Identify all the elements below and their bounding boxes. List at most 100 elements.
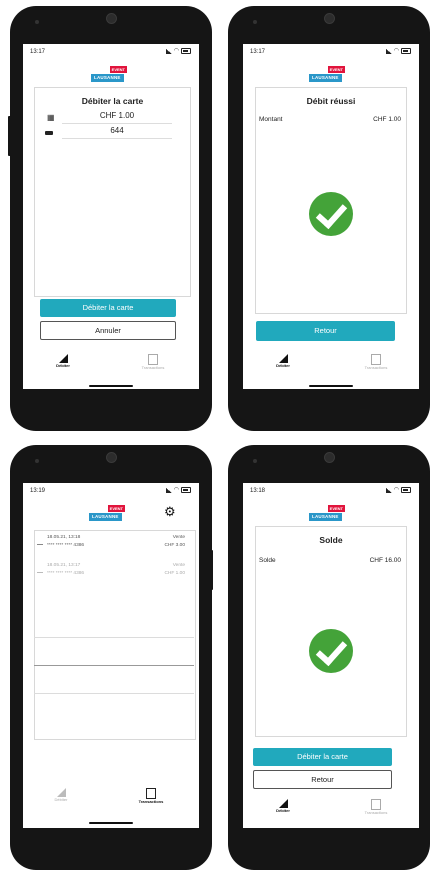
success-check-icon bbox=[309, 629, 353, 673]
page-title: Débiter la carte bbox=[81, 96, 144, 106]
home-indicator bbox=[89, 385, 133, 387]
speaker bbox=[253, 20, 257, 24]
gear-icon[interactable]: ⚙ bbox=[164, 505, 176, 518]
battery-icon bbox=[181, 48, 191, 54]
nav-tab-debit[interactable]: Débiter bbox=[43, 354, 83, 368]
debit-card-button[interactable]: Débiter la carte bbox=[253, 748, 392, 766]
bottom-nav: Débiter Transactions bbox=[23, 788, 199, 816]
logo-badge: EVENT bbox=[109, 66, 127, 73]
status-bar: 13:17 ◠ bbox=[243, 44, 419, 60]
nav-label-transactions: Transactions bbox=[141, 365, 165, 370]
event-lausanne-logo: EVENT LAUSANNE bbox=[309, 505, 345, 521]
phone-frame-transactions: 13:19 ◠ EVENT LAUSANNE ⚙ 18.05.21, 13:18… bbox=[10, 445, 213, 870]
home-indicator bbox=[309, 385, 353, 387]
phone-frame-balance: 13:18 ◠ EVENT LAUSANNE Solde Solde CHF 1… bbox=[228, 445, 430, 870]
status-icons: ◠ bbox=[385, 487, 411, 493]
pin-field[interactable]: 644 bbox=[62, 126, 172, 139]
balance-label: Solde bbox=[259, 557, 276, 564]
event-lausanne-logo: EVENT LAUSANNE bbox=[89, 505, 125, 521]
row-dash bbox=[37, 572, 43, 573]
status-icons: ◠ bbox=[385, 48, 411, 54]
status-time: 13:18 bbox=[250, 488, 266, 494]
wifi-icon: ◠ bbox=[393, 48, 399, 54]
nav-tab-transactions[interactable]: Transactions bbox=[356, 354, 396, 370]
nav-label-transactions: Transactions bbox=[138, 799, 164, 804]
cash-icon: ▦ bbox=[47, 113, 55, 122]
phone-frame-debit-card: 13:17 ◠ EVENT LAUSANNE Débiter la carte … bbox=[8, 6, 212, 431]
back-button[interactable]: Retour bbox=[253, 770, 392, 789]
transaction-card: **** **** **** 4386 bbox=[47, 571, 85, 576]
bottom-nav: Débiter Transactions bbox=[23, 354, 199, 382]
nav-tab-debit[interactable]: Débiter bbox=[41, 788, 81, 802]
transaction-row[interactable]: 18.05.21, 13:18 Vente **** **** **** 438… bbox=[35, 531, 195, 559]
card-icon bbox=[45, 131, 53, 135]
status-icons: ◠ bbox=[165, 487, 191, 493]
transaction-amount: CHF 3.00 bbox=[164, 543, 185, 548]
amount-label: Montant bbox=[259, 116, 283, 123]
list-icon bbox=[146, 788, 156, 799]
transaction-date: 18.05.21, 13:17 bbox=[47, 563, 81, 568]
amount-field[interactable]: CHF 1.00 bbox=[62, 111, 172, 124]
home-indicator bbox=[89, 822, 133, 824]
bottom-nav: Débiter Transactions bbox=[243, 354, 419, 382]
nav-tab-debit[interactable]: Débiter bbox=[263, 799, 303, 813]
reader-icon bbox=[278, 799, 288, 808]
nav-tab-transactions[interactable]: Transactions bbox=[356, 799, 396, 815]
balance-value: CHF 16.00 bbox=[369, 557, 401, 564]
debit-card-button[interactable]: Débiter la carte bbox=[40, 299, 176, 317]
logo-badge: EVENT bbox=[327, 66, 345, 73]
nav-label-transactions: Transactions bbox=[364, 810, 388, 815]
nav-label-transactions: Transactions bbox=[364, 365, 388, 370]
signal-icon bbox=[385, 487, 392, 493]
phone-frame-debit-success: 13:17 ◠ EVENT LAUSANNE Débit réussi Mont… bbox=[228, 6, 430, 431]
event-lausanne-logo: EVENT LAUSANNE bbox=[91, 66, 127, 82]
screen-debit-success: 13:17 ◠ EVENT LAUSANNE Débit réussi Mont… bbox=[243, 44, 419, 389]
success-check-icon bbox=[309, 192, 353, 236]
status-time: 13:19 bbox=[30, 488, 46, 494]
nav-label-debit: Débiter bbox=[276, 808, 290, 813]
speaker bbox=[35, 20, 39, 24]
back-button[interactable]: Retour bbox=[256, 321, 395, 341]
debit-success-panel: Débit réussi Montant CHF 1.00 bbox=[255, 87, 407, 314]
reader-icon bbox=[278, 354, 288, 363]
logo-name: LAUSANNE bbox=[309, 74, 342, 82]
transaction-type: Vente bbox=[172, 563, 185, 568]
logo-name: LAUSANNE bbox=[91, 74, 124, 82]
nav-tab-transactions[interactable]: Transactions bbox=[131, 788, 171, 804]
balance-panel: Solde Solde CHF 16.00 bbox=[255, 526, 407, 737]
list-icon bbox=[371, 799, 381, 810]
nav-tab-debit[interactable]: Débiter bbox=[263, 354, 303, 368]
transaction-row[interactable]: 18.05.21, 13:17 Vente **** **** **** 438… bbox=[35, 559, 195, 587]
wifi-icon: ◠ bbox=[173, 48, 179, 54]
event-lausanne-logo: EVENT LAUSANNE bbox=[309, 66, 345, 82]
battery-icon bbox=[181, 487, 191, 493]
logo-badge: EVENT bbox=[107, 505, 125, 512]
screen-balance: 13:18 ◠ EVENT LAUSANNE Solde Solde CHF 1… bbox=[243, 483, 419, 828]
screen-debit-card: 13:17 ◠ EVENT LAUSANNE Débiter la carte … bbox=[23, 44, 199, 389]
transactions-list: 18.05.21, 13:18 Vente **** **** **** 438… bbox=[34, 530, 196, 740]
signal-icon bbox=[385, 48, 392, 54]
camera bbox=[324, 452, 335, 463]
list-divider bbox=[34, 637, 194, 638]
debit-card-panel: Débiter la carte ▦ CHF 1.00 644 bbox=[34, 87, 191, 297]
signal-icon bbox=[165, 48, 172, 54]
amount-value: CHF 1.00 bbox=[373, 116, 401, 123]
transaction-amount: CHF 1.00 bbox=[164, 571, 185, 576]
wifi-icon: ◠ bbox=[393, 487, 399, 493]
bottom-nav: Débiter Transactions bbox=[243, 799, 419, 827]
speaker bbox=[35, 459, 39, 463]
camera bbox=[106, 13, 117, 24]
nav-tab-transactions[interactable]: Transactions bbox=[133, 354, 173, 370]
list-icon bbox=[371, 354, 381, 365]
battery-icon bbox=[401, 487, 411, 493]
wifi-icon: ◠ bbox=[173, 487, 179, 493]
reader-icon bbox=[58, 354, 68, 363]
list-divider bbox=[34, 693, 194, 694]
signal-icon bbox=[165, 487, 172, 493]
page-title: Solde bbox=[319, 535, 343, 545]
nav-label-debit: Débiter bbox=[276, 363, 290, 368]
status-icons: ◠ bbox=[165, 48, 191, 54]
logo-badge: EVENT bbox=[327, 505, 345, 512]
battery-icon bbox=[401, 48, 411, 54]
cancel-button[interactable]: Annuler bbox=[40, 321, 176, 340]
